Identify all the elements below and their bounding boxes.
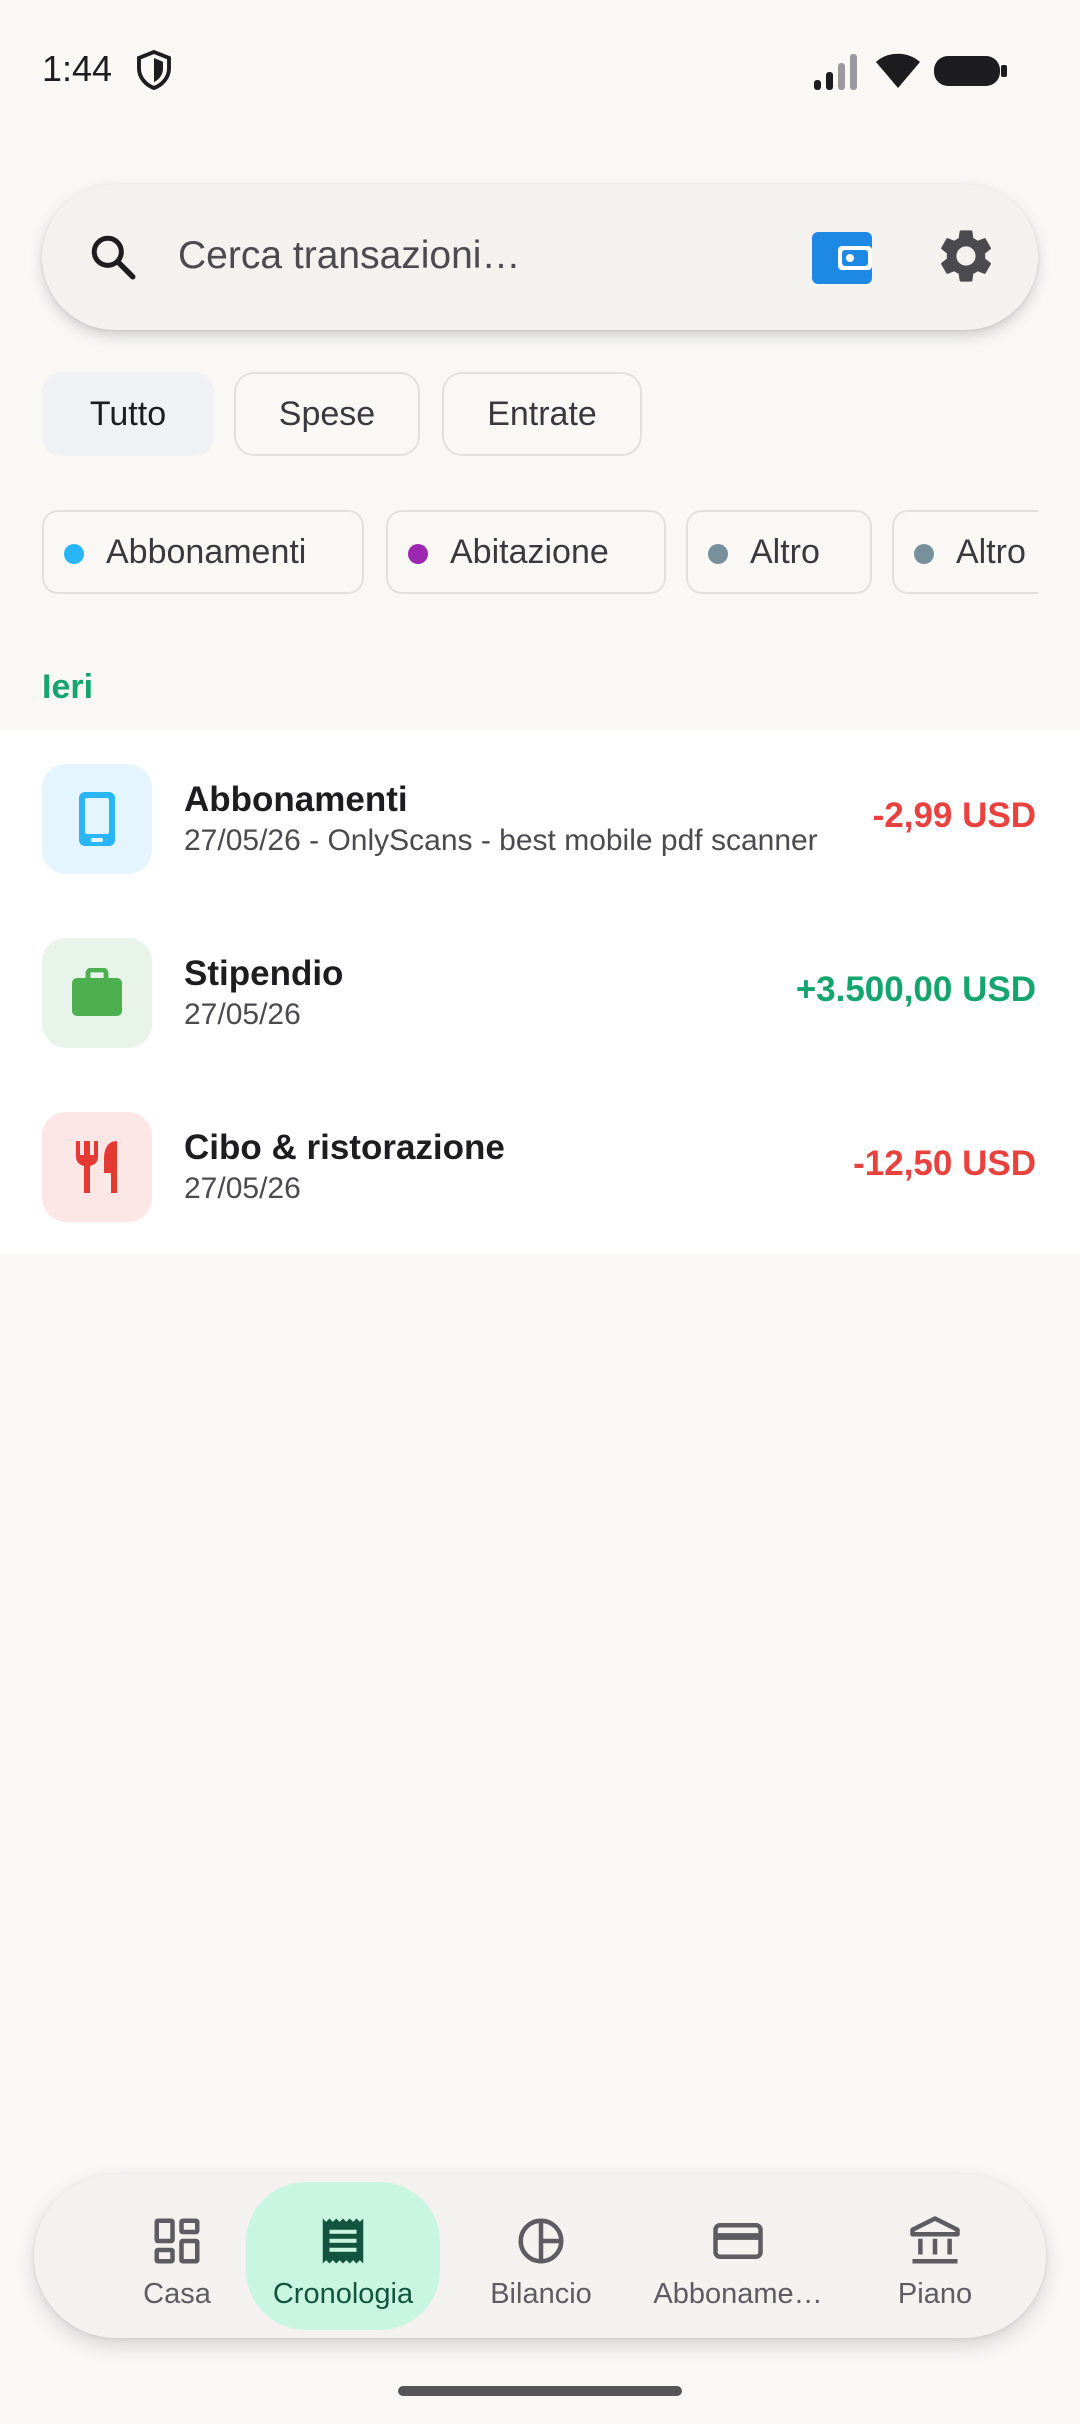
category-chip-abbonamenti[interactable]: Abbonamenti — [42, 510, 364, 594]
transaction-list: Abbonamenti 27/05/26 - OnlyScans - best … — [0, 730, 1080, 1254]
nav-item-piano[interactable]: Piano — [850, 2174, 1020, 2338]
bottom-navigation: Casa Cronologia Bilancio Abboname… Piano — [34, 2174, 1046, 2338]
nav-label: Casa — [143, 2278, 211, 2310]
category-dot — [914, 544, 934, 564]
filter-chip-tutto[interactable]: Tutto — [42, 372, 214, 456]
receipt-icon — [322, 2218, 364, 2264]
home-indicator[interactable] — [398, 2386, 682, 2396]
restaurant-icon — [76, 1141, 117, 1193]
search-input[interactable]: Cerca transazioni… — [178, 234, 520, 278]
transaction-amount: -2,99 USD — [872, 796, 1036, 835]
briefcase-icon — [72, 968, 122, 1016]
smartphone-icon — [79, 792, 115, 846]
wifi-icon — [876, 53, 920, 88]
bank-icon — [910, 2216, 960, 2264]
search-icon — [91, 235, 136, 280]
nav-item-bilancio[interactable]: Bilancio — [456, 2174, 626, 2338]
status-bar: 1:44 — [0, 0, 1080, 140]
transaction-title: Cibo & ristorazione — [184, 1128, 505, 1167]
nav-label: Piano — [897, 2278, 973, 2310]
gear-icon[interactable] — [934, 224, 998, 288]
category-dot — [708, 544, 728, 564]
nav-label: Abboname… — [653, 2278, 823, 2310]
category-chip-altro-2[interactable]: Altro — [892, 510, 1038, 594]
filter-chip-label: Entrate — [487, 394, 597, 433]
category-filter-row[interactable]: Abbonamenti Abitazione Altro Altro — [42, 510, 1038, 594]
transaction-subtitle: 27/05/26 — [184, 1172, 301, 1205]
nav-item-abbonamenti[interactable]: Abboname… — [644, 2174, 832, 2338]
transaction-icon-tile — [42, 938, 152, 1048]
transaction-title: Stipendio — [184, 954, 344, 993]
dashboard-icon — [154, 2218, 200, 2264]
section-title: Ieri — [42, 668, 94, 706]
screen: 1:44 Cerca transazioni… Tutto Spese Entr… — [0, 0, 1080, 2424]
transaction-icon-tile — [42, 1112, 152, 1222]
credit-card-icon — [713, 2223, 763, 2259]
wallet-icon[interactable] — [812, 228, 872, 286]
category-chip-label: Altro — [750, 532, 820, 571]
transaction-subtitle: 27/05/26 — [184, 998, 301, 1031]
pie-chart-icon — [518, 2218, 564, 2264]
transaction-amount: -12,50 USD — [853, 1144, 1036, 1183]
category-chip-abitazione[interactable]: Abitazione — [386, 510, 666, 594]
category-chip-label: Abitazione — [450, 532, 609, 571]
filter-chip-spese[interactable]: Spese — [234, 372, 420, 456]
search-bar[interactable]: Cerca transazioni… — [42, 184, 1038, 330]
category-dot — [64, 544, 84, 564]
nav-item-cronologia[interactable]: Cronologia — [256, 2174, 430, 2338]
transaction-icon-tile — [42, 764, 152, 874]
shield-icon — [137, 50, 171, 90]
nav-item-casa[interactable]: Casa — [92, 2174, 262, 2338]
transaction-row[interactable]: Cibo & ristorazione 27/05/26 -12,50 USD — [0, 1078, 1080, 1252]
transaction-title: Abbonamenti — [184, 780, 408, 819]
nav-label: Bilancio — [490, 2278, 592, 2310]
nav-label: Cronologia — [272, 2278, 414, 2310]
transaction-row[interactable]: Abbonamenti 27/05/26 - OnlyScans - best … — [0, 730, 1080, 904]
category-dot — [408, 544, 428, 564]
category-chip-altro[interactable]: Altro — [686, 510, 872, 594]
filter-chip-label: Spese — [278, 394, 376, 433]
category-chip-label: Altro — [956, 532, 1026, 571]
transaction-subtitle: 27/05/26 - OnlyScans - best mobile pdf s… — [184, 824, 818, 857]
filter-chip-entrate[interactable]: Entrate — [442, 372, 642, 456]
signal-icon — [814, 54, 857, 90]
status-time: 1:44 — [42, 48, 113, 89]
filter-chip-label: Tutto — [89, 394, 167, 433]
battery-icon — [934, 56, 1007, 86]
transaction-amount: +3.500,00 USD — [795, 970, 1036, 1009]
transaction-row[interactable]: Stipendio 27/05/26 +3.500,00 USD — [0, 904, 1080, 1078]
category-chip-label: Abbonamenti — [106, 532, 307, 571]
